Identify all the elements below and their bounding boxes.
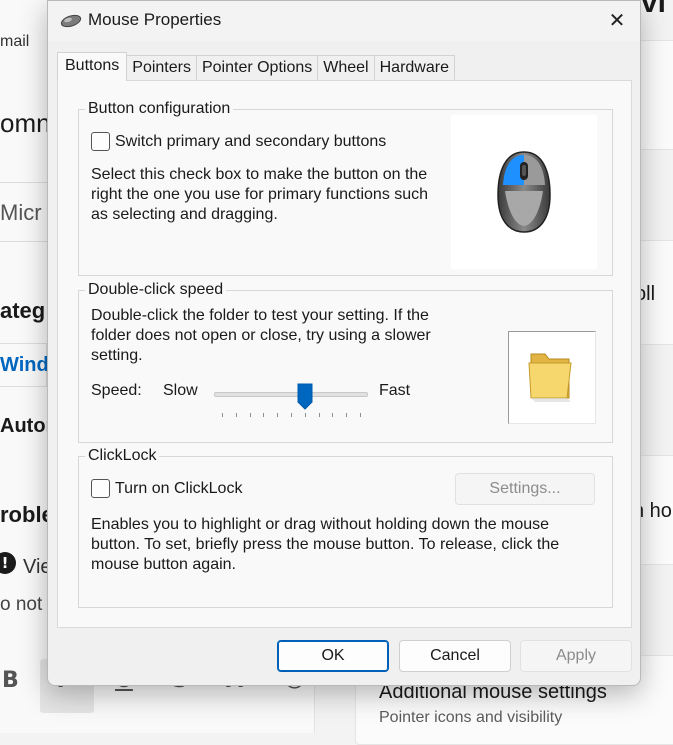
slider-track[interactable] (214, 392, 368, 397)
bg-comm-heading: omn (0, 108, 51, 138)
slider-tick (346, 413, 348, 417)
switch-buttons-checkbox[interactable]: Switch primary and secondary buttons (91, 132, 386, 151)
button-configuration-description: Select this check box to make the button… (91, 165, 428, 225)
clicklock-checkbox-label: Turn on ClickLock (115, 479, 243, 497)
tab-buttons[interactable]: Buttons (57, 52, 128, 81)
slider-tick (318, 413, 320, 417)
slider-tick (332, 413, 334, 417)
slider-tick (249, 413, 251, 417)
additional-mouse-settings-subtitle: Pointer icons and visibility (379, 709, 563, 726)
bg-auto-text: Autor (0, 415, 54, 437)
tab-pointers[interactable]: Pointers (126, 55, 197, 81)
double-click-description: Double-click the folder to test your set… (91, 306, 431, 366)
double-click-speed-title: Double-click speed (85, 281, 227, 299)
switch-buttons-checkbox-label: Switch primary and secondary buttons (115, 132, 387, 150)
folder-icon[interactable] (509, 332, 595, 423)
clicklock-title: ClickLock (85, 447, 160, 465)
tab-wheel[interactable]: Wheel (317, 55, 375, 81)
buttons-tab-panel: Button configuration Switch primary and … (57, 80, 632, 628)
mouse-illustration-icon (497, 151, 551, 233)
tab-hardware[interactable]: Hardware (373, 55, 455, 81)
bg-right-top-text: vi (641, 0, 667, 19)
bg-micro-text: Micr (0, 200, 42, 225)
apply-button[interactable]: Apply (520, 640, 632, 672)
close-button[interactable]: ✕ (594, 1, 640, 39)
clicklock-checkbox-box[interactable] (91, 479, 110, 498)
double-click-speed-slider[interactable] (214, 383, 370, 417)
slider-thumb[interactable] (297, 383, 313, 410)
clicklock-desc-line: Enables you to highlight or drag without… (91, 516, 550, 533)
button-configuration-title: Button configuration (85, 100, 234, 118)
warning-icon: ! (0, 552, 16, 574)
switch-buttons-checkbox-box[interactable] (91, 132, 110, 151)
title-bar[interactable]: Mouse Properties ✕ (48, 1, 640, 41)
mouse-properties-dialog: Mouse Properties ✕ Buttons Pointers Poin… (47, 0, 641, 686)
double-click-desc-line: setting. (91, 347, 143, 364)
slider-tick (235, 413, 237, 417)
dialog-title: Mouse Properties (88, 10, 222, 29)
tab-strip: Buttons Pointers Pointer Options Wheel H… (57, 52, 455, 81)
bg-problem-heading: roble (0, 502, 54, 527)
slider-tick (263, 413, 265, 417)
slider-tick (291, 413, 292, 417)
tab-pointer-options[interactable]: Pointer Options (195, 55, 319, 81)
mouse-icon (60, 14, 82, 28)
slider-tick (360, 413, 361, 417)
clicklock-desc-line: button. To set, briefly press the mouse … (91, 536, 560, 553)
slider-tick (304, 413, 306, 417)
cancel-button[interactable]: Cancel (399, 640, 511, 672)
clicklock-desc-line: mouse button again. (91, 556, 236, 573)
slider-tick (222, 413, 223, 417)
slider-tick (277, 413, 279, 417)
button-configuration-group: Button configuration Switch primary and … (78, 100, 613, 276)
slow-label: Slow (163, 382, 198, 399)
clicklock-checkbox[interactable]: Turn on ClickLock (91, 479, 242, 498)
test-folder-pane[interactable] (508, 331, 596, 424)
button-config-desc-line: as selecting and dragging. (91, 206, 278, 223)
bold-button[interactable]: B (2, 668, 19, 693)
button-config-desc-line: Select this check box to make the button… (91, 166, 428, 183)
bg-email-label: mail (0, 33, 30, 50)
bg-category-heading: ateg (0, 298, 46, 323)
button-config-desc-line: right the one you use for primary functi… (91, 186, 429, 203)
ok-button[interactable]: OK (277, 640, 389, 672)
fast-label: Fast (379, 382, 411, 399)
bg-not-text: o not i (0, 594, 52, 615)
clicklock-description: Enables you to highlight or drag without… (91, 515, 559, 575)
clicklock-settings-button[interactable]: Settings... (455, 473, 595, 505)
double-click-desc-line: folder does not open or close, try using… (91, 327, 431, 344)
mouse-preview-pane (451, 115, 597, 269)
speed-label: Speed: (91, 382, 142, 399)
close-icon: ✕ (608, 8, 626, 32)
double-click-desc-line: Double-click the folder to test your set… (91, 307, 429, 324)
double-click-speed-group: Double-click speed Double-click the fold… (78, 281, 613, 443)
clicklock-group: ClickLock Turn on ClickLock Settings... … (78, 447, 613, 608)
